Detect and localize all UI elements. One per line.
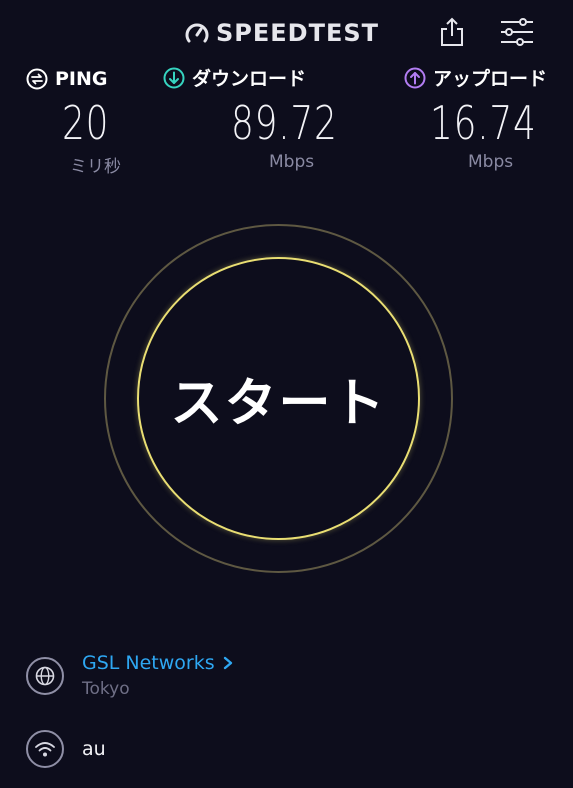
globe-icon bbox=[35, 666, 55, 685]
start-area: スタート bbox=[104, 224, 453, 573]
speedtest-app: SPEEDTEST PING 20 ミリ秒 ダウンロード 89.72 Mbps … bbox=[0, 0, 573, 788]
ping-label: PING bbox=[55, 68, 108, 90]
download-label: ダウンロード bbox=[192, 68, 307, 90]
download-header: ダウンロード bbox=[163, 64, 306, 91]
ping-value: 20 bbox=[62, 96, 110, 150]
ping-header: PING bbox=[26, 68, 108, 90]
start-button[interactable]: スタート bbox=[137, 257, 420, 540]
upload-header: アップロード bbox=[404, 64, 547, 91]
server-link[interactable]: GSL Networks bbox=[82, 652, 235, 674]
server-text: GSL Networks Tokyo bbox=[82, 652, 235, 699]
speedometer-icon bbox=[185, 23, 209, 43]
server-icon-circle bbox=[26, 656, 64, 695]
upload-unit: Mbps bbox=[468, 152, 514, 172]
server-info: GSL Networks Tokyo bbox=[26, 652, 235, 699]
download-metric: ダウンロード 89.72 Mbps bbox=[163, 64, 337, 172]
download-unit: Mbps bbox=[269, 152, 315, 172]
ping-metric: PING 20 ミリ秒 bbox=[26, 64, 121, 177]
upload-metric: アップロード 16.74 Mbps bbox=[404, 64, 547, 172]
upload-arrow-icon bbox=[404, 67, 426, 88]
settings-button[interactable] bbox=[498, 16, 536, 48]
share-button[interactable] bbox=[438, 16, 466, 48]
share-icon bbox=[441, 17, 463, 46]
chevron-right-icon bbox=[223, 656, 232, 670]
sliders-icon bbox=[501, 18, 533, 46]
connection-icon-circle bbox=[26, 730, 64, 768]
download-arrow-icon bbox=[163, 67, 185, 88]
download-value: 89.72 bbox=[231, 96, 338, 150]
ping-icon bbox=[26, 68, 48, 90]
brand-name: SPEEDTEST bbox=[216, 19, 380, 47]
start-label: スタート bbox=[170, 374, 387, 434]
header: SPEEDTEST bbox=[0, 0, 573, 62]
ping-unit: ミリ秒 bbox=[70, 157, 121, 177]
carrier-name: au bbox=[82, 738, 106, 760]
upload-value: 16.74 bbox=[430, 96, 537, 150]
connection-info: au bbox=[26, 730, 106, 768]
server-name: GSL Networks bbox=[82, 652, 215, 674]
brand-logo: SPEEDTEST bbox=[184, 18, 379, 48]
wifi-icon bbox=[35, 742, 55, 757]
upload-label: アップロード bbox=[433, 68, 548, 90]
server-location: Tokyo bbox=[82, 679, 130, 699]
